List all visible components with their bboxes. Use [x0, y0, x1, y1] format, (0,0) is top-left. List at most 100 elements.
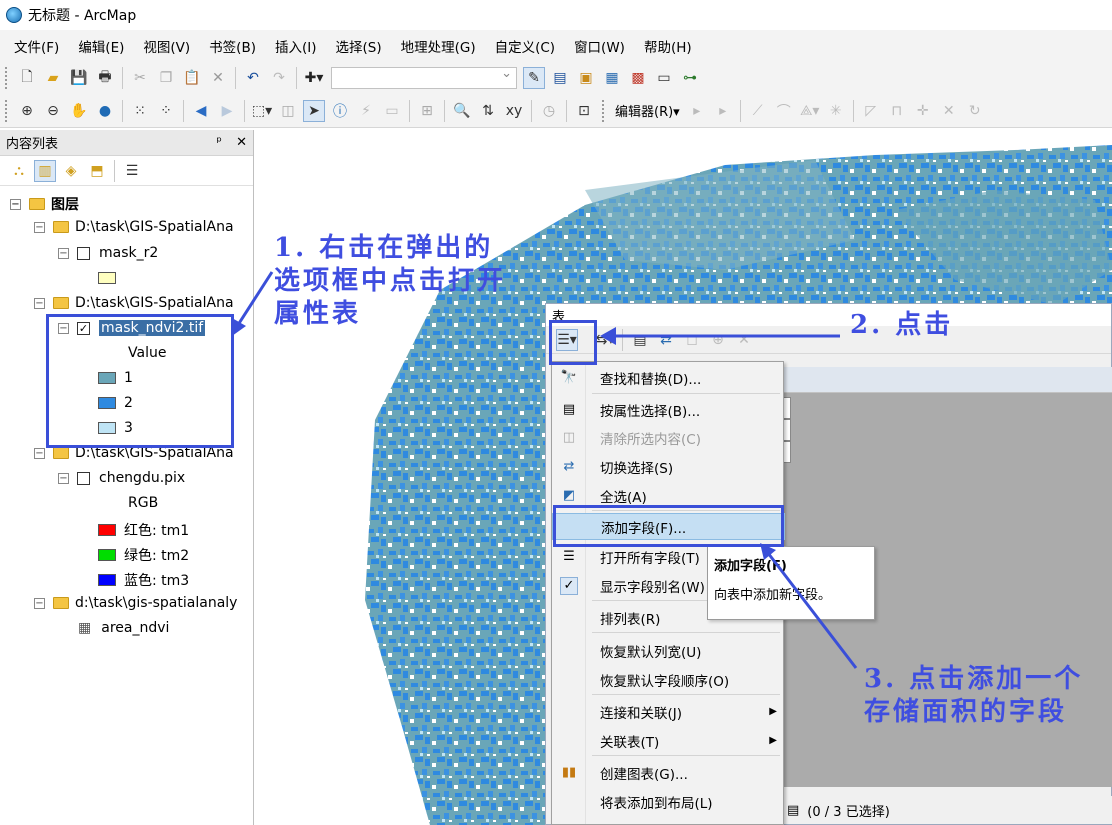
table-of-contents-icon[interactable]: ▤ — [549, 67, 571, 89]
add-data-icon[interactable]: ✚▾ — [303, 67, 325, 89]
collapse-icon[interactable]: − — [58, 247, 69, 259]
menu-clear-selection[interactable]: ◫ 清除所选内容(C) — [552, 424, 785, 451]
menu-joins-relates[interactable]: 连接和关联(J) ▶ — [552, 698, 785, 725]
identify-icon[interactable]: ⓘ — [329, 100, 351, 122]
straight-segment-icon[interactable]: ⟋ — [747, 100, 769, 122]
endpoint-arc-icon[interactable]: ⌒ — [773, 100, 795, 122]
map-scale-combo[interactable] — [331, 66, 517, 89]
select-features-icon[interactable]: ⬚▾ — [251, 100, 273, 122]
menu-restore-column-widths[interactable]: 恢复默认列宽(U) — [552, 637, 785, 664]
split-icon[interactable]: ✕ — [938, 100, 960, 122]
edit-annotation-icon[interactable]: ▸ — [712, 100, 734, 122]
fixed-zoom-in-icon[interactable]: ⁙ — [129, 100, 151, 122]
toc-folder-4[interactable]: − d:\task\gis-spatialanaly — [34, 595, 237, 611]
menu-view[interactable]: 视图(V) — [143, 36, 190, 56]
toolbar-grip[interactable] — [602, 99, 606, 122]
redo-icon[interactable]: ↷ — [268, 67, 290, 89]
menu-restore-field-order[interactable]: 恢复默认字段顺序(O) — [552, 666, 785, 693]
toc-folder-1[interactable]: − D:\task\GIS-SpatialAna — [34, 219, 234, 235]
menu-help[interactable]: 帮助(H) — [644, 36, 692, 56]
copy-icon[interactable]: ❐ — [155, 67, 177, 89]
menu-create-graph[interactable]: ▮▮ 创建图表(G)... — [552, 759, 785, 786]
viewer-window-icon[interactable]: ⊡ — [573, 100, 595, 122]
html-popup-icon[interactable]: ▭ — [381, 100, 403, 122]
reshape-icon[interactable]: ⊓ — [886, 100, 908, 122]
menu-find-replace[interactable]: 🔭 查找和替换(D)... — [552, 364, 785, 391]
collapse-icon[interactable]: − — [10, 198, 21, 210]
time-slider-icon[interactable]: ◷ — [538, 100, 560, 122]
list-by-selection-icon[interactable]: ⬒ — [86, 160, 108, 182]
print-icon[interactable]: 🖶 — [94, 67, 116, 89]
toolbar-grip[interactable] — [5, 67, 9, 89]
sketch-properties-icon[interactable]: ✳ — [825, 100, 847, 122]
collapse-icon[interactable]: − — [34, 447, 45, 459]
collapse-icon[interactable]: − — [34, 597, 45, 609]
collapse-icon[interactable]: − — [58, 472, 69, 484]
forward-extent-icon[interactable]: ▶ — [216, 100, 238, 122]
toolbar-grip[interactable] — [5, 99, 9, 122]
edit-tool-icon[interactable]: ▸ — [686, 100, 708, 122]
menu-file[interactable]: 文件(F) — [14, 36, 59, 56]
close-icon[interactable]: ✕ — [236, 135, 247, 150]
table-name[interactable]: area_ndvi — [101, 620, 169, 636]
layer-visibility-checkbox[interactable] — [77, 471, 90, 485]
layer-name[interactable]: mask_r2 — [99, 245, 158, 261]
editor-toolbar-icon[interactable]: ✎ — [523, 67, 545, 89]
select-by-attributes-icon[interactable]: ▤ — [629, 329, 651, 351]
find-route-icon[interactable]: ⇅ — [477, 100, 499, 122]
list-by-visibility-icon[interactable]: ◈ — [60, 160, 82, 182]
menu-windows[interactable]: 窗口(W) — [574, 36, 625, 56]
menu-add-table-to-layout[interactable]: 将表添加到布局(L) — [552, 788, 785, 815]
go-to-xy-icon[interactable]: xy — [503, 100, 525, 122]
toc-options-icon[interactable]: ☰ — [121, 160, 143, 182]
search-window-icon[interactable]: ▦ — [601, 67, 623, 89]
layer-visibility-checkbox[interactable] — [77, 246, 90, 260]
cut-polygons-icon[interactable]: ✛ — [912, 100, 934, 122]
save-icon[interactable]: 💾 — [68, 67, 90, 89]
cut-icon[interactable]: ✂ — [129, 67, 151, 89]
list-by-source-icon[interactable]: ▥ — [34, 159, 56, 182]
edit-vertices-icon[interactable]: ◸ — [860, 100, 882, 122]
collapse-icon[interactable]: − — [34, 297, 45, 309]
menu-customize[interactable]: 自定义(C) — [495, 36, 555, 56]
related-tables-button[interactable]: ⇆▾ — [594, 329, 616, 351]
toc-folder-2[interactable]: − D:\task\GIS-SpatialAna — [34, 295, 234, 311]
zoom-to-selected-icon[interactable]: ⊕ — [707, 329, 729, 351]
construction-tools-icon[interactable]: ⟁▾ — [799, 100, 821, 122]
collapse-icon[interactable]: − — [34, 221, 45, 233]
measure-icon[interactable]: ⊞ — [416, 100, 438, 122]
layers-root[interactable]: − 图层 — [10, 194, 79, 214]
open-folder-icon[interactable]: ▰ — [42, 67, 64, 89]
editor-menu[interactable]: 编辑器(R)▾ — [615, 101, 680, 120]
zoom-out-icon[interactable]: ⊖ — [42, 100, 64, 122]
new-document-icon[interactable]: 🗋 — [16, 67, 38, 89]
full-extent-icon[interactable]: ● — [94, 100, 116, 122]
find-icon[interactable]: 🔍 — [451, 100, 473, 122]
menu-switch-selection[interactable]: ⇄ 切换选择(S) — [552, 453, 785, 480]
pin-icon[interactable]: ᵖ — [216, 135, 222, 150]
layer-chengdu[interactable]: − chengdu.pix — [58, 470, 185, 486]
layer-name[interactable]: chengdu.pix — [99, 470, 185, 486]
rotate-icon[interactable]: ↻ — [964, 100, 986, 122]
hyperlink-icon[interactable]: ⚡ — [355, 100, 377, 122]
delete-icon[interactable]: ✕ — [207, 67, 229, 89]
select-elements-icon[interactable]: ➤ — [303, 99, 325, 122]
zoom-in-icon[interactable]: ⊕ — [16, 100, 38, 122]
list-by-drawing-order-icon[interactable]: ⛬ — [8, 160, 30, 182]
delete-selected-icon[interactable]: ✕ — [733, 329, 755, 351]
menu-selection[interactable]: 选择(S) — [335, 36, 381, 56]
menu-related-tables[interactable]: 关联表(T) ▶ — [552, 727, 785, 754]
clear-selection-icon[interactable]: ◻ — [681, 329, 703, 351]
pan-icon[interactable]: ✋ — [68, 100, 90, 122]
modelbuilder-icon[interactable]: ⊶ — [679, 67, 701, 89]
arctoolbox-icon[interactable]: ▩ — [627, 67, 649, 89]
menu-bookmarks[interactable]: 书签(B) — [209, 36, 256, 56]
menu-insert[interactable]: 插入(I) — [275, 36, 317, 56]
back-extent-icon[interactable]: ◀ — [190, 100, 212, 122]
menu-select-by-attributes[interactable]: ▤ 按属性选择(B)... — [552, 396, 785, 423]
menu-geoprocessing[interactable]: 地理处理(G) — [401, 36, 476, 56]
menu-edit[interactable]: 编辑(E) — [78, 36, 124, 56]
paste-icon[interactable]: 📋 — [181, 67, 203, 89]
undo-icon[interactable]: ↶ — [242, 67, 264, 89]
catalog-icon[interactable]: ▣ — [575, 67, 597, 89]
